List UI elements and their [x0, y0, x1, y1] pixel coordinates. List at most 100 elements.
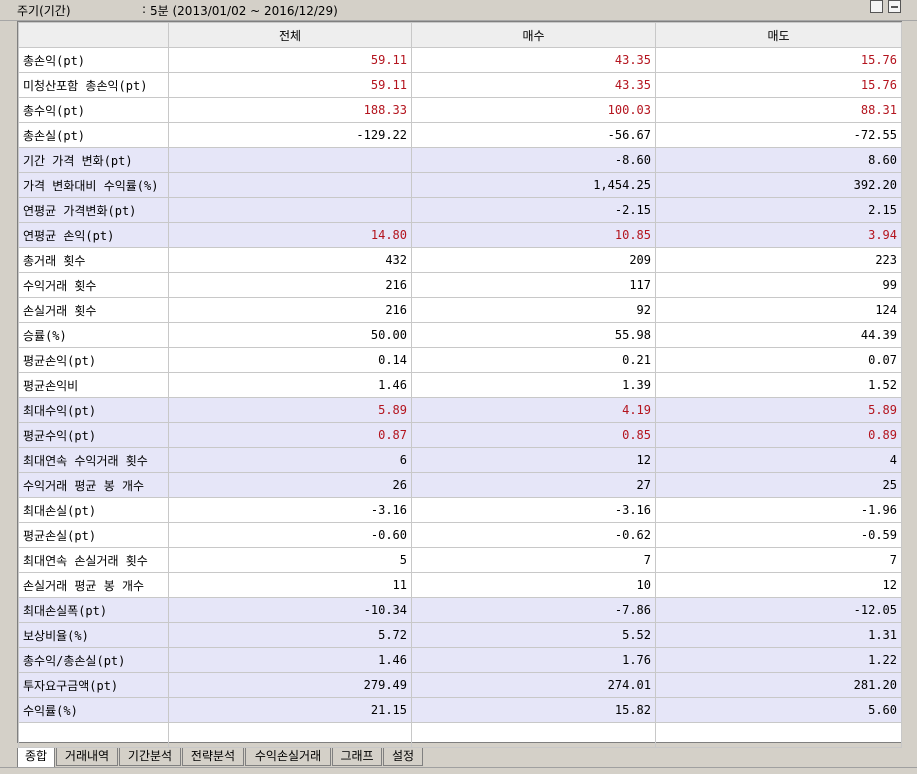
- tab-profit-loss-trades[interactable]: 수익손실거래: [245, 748, 331, 766]
- cell-total: 0.14: [168, 347, 412, 373]
- cell-buy: 117: [411, 272, 656, 298]
- table-row[interactable]: 손실거래 횟수 216 92 124: [18, 297, 902, 323]
- table-row[interactable]: 수익거래 평균 봉 개수 26 27 25: [18, 472, 902, 498]
- table-row[interactable]: 총손실(pt) -129.22 -56.67 -72.55: [18, 122, 902, 148]
- table-row[interactable]: 총수익(pt) 188.33 100.03 88.31: [18, 97, 902, 123]
- cell-sell: -0.59: [655, 522, 902, 548]
- cell-total: 21.15: [168, 697, 412, 723]
- cell-buy: 55.98: [411, 322, 656, 348]
- table-row[interactable]: 평균수익(pt) 0.87 0.85 0.89: [18, 422, 902, 448]
- row-label: 총수익/총손실(pt): [18, 647, 169, 673]
- cell-total: 11: [168, 572, 412, 598]
- table-row[interactable]: 총수익/총손실(pt) 1.46 1.76 1.22: [18, 647, 902, 673]
- table-row[interactable]: 손실거래 평균 봉 개수 11 10 12: [18, 572, 902, 598]
- cell-buy: 1.39: [411, 372, 656, 398]
- cell-total: -10.34: [168, 597, 412, 623]
- cell-sell: 2.15: [655, 197, 902, 223]
- tab-trades[interactable]: 거래내역: [56, 748, 118, 766]
- cell-sell: 12: [655, 572, 902, 598]
- cell-total: 59.11: [168, 72, 412, 98]
- table-row[interactable]: 수익률(%) 21.15 15.82 5.60: [18, 697, 902, 723]
- cell-total: 5.72: [168, 622, 412, 648]
- table-row[interactable]: 평균손익(pt) 0.14 0.21 0.07: [18, 347, 902, 373]
- table-row[interactable]: 총손익(pt) 59.11 43.35 15.76: [18, 47, 902, 73]
- table-row[interactable]: 총거래 횟수 432 209 223: [18, 247, 902, 273]
- empty-cell: [18, 722, 169, 748]
- restore-icon[interactable]: [870, 0, 883, 13]
- column-header-sell[interactable]: 매도: [655, 22, 902, 48]
- save-icon[interactable]: [888, 0, 901, 13]
- row-label: 최대연속 수익거래 횟수: [18, 447, 169, 473]
- cell-buy: 1,454.25: [411, 172, 656, 198]
- table-row[interactable]: 최대연속 손실거래 횟수 5 7 7: [18, 547, 902, 573]
- column-header-label[interactable]: [18, 22, 169, 48]
- cell-buy: 4.19: [411, 397, 656, 423]
- cell-buy: 10: [411, 572, 656, 598]
- cell-buy: 0.21: [411, 347, 656, 373]
- cell-buy: 10.85: [411, 222, 656, 248]
- table-row[interactable]: 평균손실(pt) -0.60 -0.62 -0.59: [18, 522, 902, 548]
- row-label: 총거래 횟수: [18, 247, 169, 273]
- cell-total: 432: [168, 247, 412, 273]
- cell-total: -129.22: [168, 122, 412, 148]
- tab-settings[interactable]: 설정: [383, 748, 423, 766]
- cell-sell: 15.76: [655, 72, 902, 98]
- table-row[interactable]: 승률(%) 50.00 55.98 44.39: [18, 322, 902, 348]
- table-row[interactable]: 최대수익(pt) 5.89 4.19 5.89: [18, 397, 902, 423]
- table-row[interactable]: 연평균 손익(pt) 14.80 10.85 3.94: [18, 222, 902, 248]
- table-row[interactable]: 최대손실폭(pt) -10.34 -7.86 -12.05: [18, 597, 902, 623]
- table-row[interactable]: 보상비율(%) 5.72 5.52 1.31: [18, 622, 902, 648]
- cell-sell: 223: [655, 247, 902, 273]
- cell-buy: 1.76: [411, 647, 656, 673]
- row-label: 최대연속 손실거래 횟수: [18, 547, 169, 573]
- column-header-buy[interactable]: 매수: [411, 22, 656, 48]
- cell-buy: 5.52: [411, 622, 656, 648]
- cell-total: -0.60: [168, 522, 412, 548]
- table-row[interactable]: 미청산포함 총손익(pt) 59.11 43.35 15.76: [18, 72, 902, 98]
- cell-buy: 0.85: [411, 422, 656, 448]
- cell-total: 216: [168, 272, 412, 298]
- cell-buy: 209: [411, 247, 656, 273]
- cell-total: 59.11: [168, 47, 412, 73]
- tab-summary[interactable]: 종합: [17, 748, 55, 768]
- cell-sell: 99: [655, 272, 902, 298]
- table-row[interactable]: 투자요구금액(pt) 279.49 274.01 281.20: [18, 672, 902, 698]
- cell-sell: 5.60: [655, 697, 902, 723]
- cell-sell: 5.89: [655, 397, 902, 423]
- cell-total: -3.16: [168, 497, 412, 523]
- cell-sell: 8.60: [655, 147, 902, 173]
- cell-total: 5: [168, 547, 412, 573]
- row-label: 최대손실(pt): [18, 497, 169, 523]
- cell-buy: -8.60: [411, 147, 656, 173]
- table-row[interactable]: 기간 가격 변화(pt) -8.60 8.60: [18, 147, 902, 173]
- table-row[interactable]: 가격 변화대비 수익률(%) 1,454.25 392.20: [18, 172, 902, 198]
- empty-cell: [655, 722, 902, 748]
- cell-total: 1.46: [168, 372, 412, 398]
- cell-sell: 1.52: [655, 372, 902, 398]
- tab-period-analysis[interactable]: 기간분석: [119, 748, 181, 766]
- cell-total: 188.33: [168, 97, 412, 123]
- column-header-total[interactable]: 전체: [168, 22, 412, 48]
- tab-strategy-analysis[interactable]: 전략분석: [182, 748, 244, 766]
- cell-buy: -2.15: [411, 197, 656, 223]
- cell-buy: 92: [411, 297, 656, 323]
- row-label: 최대수익(pt): [18, 397, 169, 423]
- tab-graph[interactable]: 그래프: [332, 748, 382, 766]
- cell-total: 26: [168, 472, 412, 498]
- cell-sell: 7: [655, 547, 902, 573]
- cell-buy: -56.67: [411, 122, 656, 148]
- period-bar: 주기(기간) : 5분 (2013/01/02 ~ 2016/12/29): [0, 0, 917, 21]
- row-label: 보상비율(%): [18, 622, 169, 648]
- cell-buy: 12: [411, 447, 656, 473]
- row-label: 최대손실폭(pt): [18, 597, 169, 623]
- row-label: 총손익(pt): [18, 47, 169, 73]
- table-row[interactable]: 최대손실(pt) -3.16 -3.16 -1.96: [18, 497, 902, 523]
- cell-buy: 43.35: [411, 72, 656, 98]
- cell-sell: -12.05: [655, 597, 902, 623]
- cell-sell: 281.20: [655, 672, 902, 698]
- table-row[interactable]: 수익거래 횟수 216 117 99: [18, 272, 902, 298]
- table-row[interactable]: 최대연속 수익거래 횟수 6 12 4: [18, 447, 902, 473]
- table-row[interactable]: 평균손익비 1.46 1.39 1.52: [18, 372, 902, 398]
- table-row[interactable]: 연평균 가격변화(pt) -2.15 2.15: [18, 197, 902, 223]
- row-label: 미청산포함 총손익(pt): [18, 72, 169, 98]
